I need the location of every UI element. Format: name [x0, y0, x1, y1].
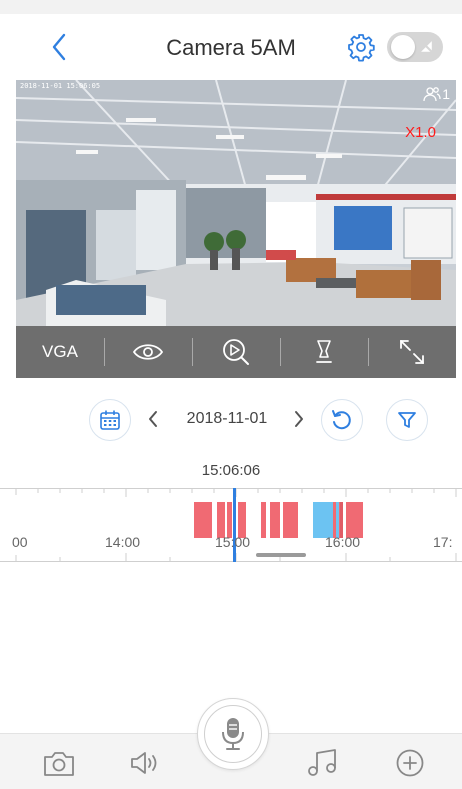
- video-player[interactable]: 2018-11-01 15:06:05 1 X1.0: [16, 80, 456, 326]
- timeline-label: 17:: [433, 534, 453, 550]
- refresh-button[interactable]: [321, 399, 363, 441]
- osd-timestamp: 2018-11-01 15:06:05: [20, 82, 101, 90]
- filter-button[interactable]: [386, 399, 428, 441]
- calendar-icon: [100, 410, 120, 430]
- next-day-button[interactable]: [292, 408, 306, 430]
- video-control-bar: VGA: [16, 326, 456, 378]
- snapshot-button[interactable]: [280, 326, 368, 378]
- video-frame: [16, 80, 456, 326]
- timeline-label: 16:00: [325, 534, 361, 550]
- microphone-icon: [222, 718, 244, 750]
- view-button[interactable]: [104, 326, 192, 378]
- eye-icon: [132, 344, 164, 360]
- settings-button[interactable]: [346, 32, 376, 62]
- header: Camera 5AM: [0, 14, 462, 80]
- search-playback-button[interactable]: [192, 326, 280, 378]
- snapshot-icon: [316, 340, 332, 363]
- quality-label: VGA: [42, 342, 78, 361]
- viewer-count-value: 1: [442, 86, 450, 102]
- playhead: [233, 488, 236, 562]
- viewer-count: 1: [423, 86, 450, 102]
- status-strip: [0, 0, 462, 14]
- selected-date[interactable]: 2018-11-01: [172, 410, 282, 428]
- timeline-track: [15, 488, 457, 562]
- filter-icon: [398, 412, 416, 428]
- timeline-drag-handle[interactable]: [256, 553, 306, 557]
- refresh-icon: [332, 410, 351, 430]
- speaker-icon[interactable]: [128, 748, 162, 778]
- talk-button[interactable]: [197, 698, 269, 770]
- camera-playback-screen: Camera 5AM 2018-11-01 15:06:05 1 X1.0 VG…: [0, 0, 462, 789]
- zoom-level: X1.0: [405, 124, 436, 141]
- timeline-current-time: 15:06:06: [201, 462, 261, 479]
- timeline-label: 14:00: [105, 534, 141, 550]
- music-icon[interactable]: [306, 748, 340, 778]
- toggle-knob: [391, 35, 415, 59]
- date-selector: 2018-11-01: [0, 398, 462, 442]
- playback-timeline[interactable]: 00 14:00 15:00 16:00 17:: [0, 488, 462, 562]
- quality-button[interactable]: VGA: [16, 326, 104, 378]
- search-play-icon: [223, 339, 249, 365]
- camera-icon[interactable]: [42, 748, 76, 778]
- viewers-icon: [423, 87, 441, 102]
- gear-icon: [348, 34, 375, 62]
- fullscreen-button[interactable]: [368, 326, 456, 378]
- calendar-button[interactable]: [89, 399, 131, 441]
- timeline-label: 00: [12, 534, 28, 550]
- alarm-toggle[interactable]: [387, 32, 443, 62]
- add-icon[interactable]: [393, 748, 427, 778]
- timeline-label: 15:00: [215, 534, 251, 550]
- fullscreen-icon: [400, 340, 424, 364]
- alarm-off-icon: [420, 40, 434, 54]
- previous-day-button[interactable]: [146, 408, 160, 430]
- talk-button-inner: [204, 705, 262, 763]
